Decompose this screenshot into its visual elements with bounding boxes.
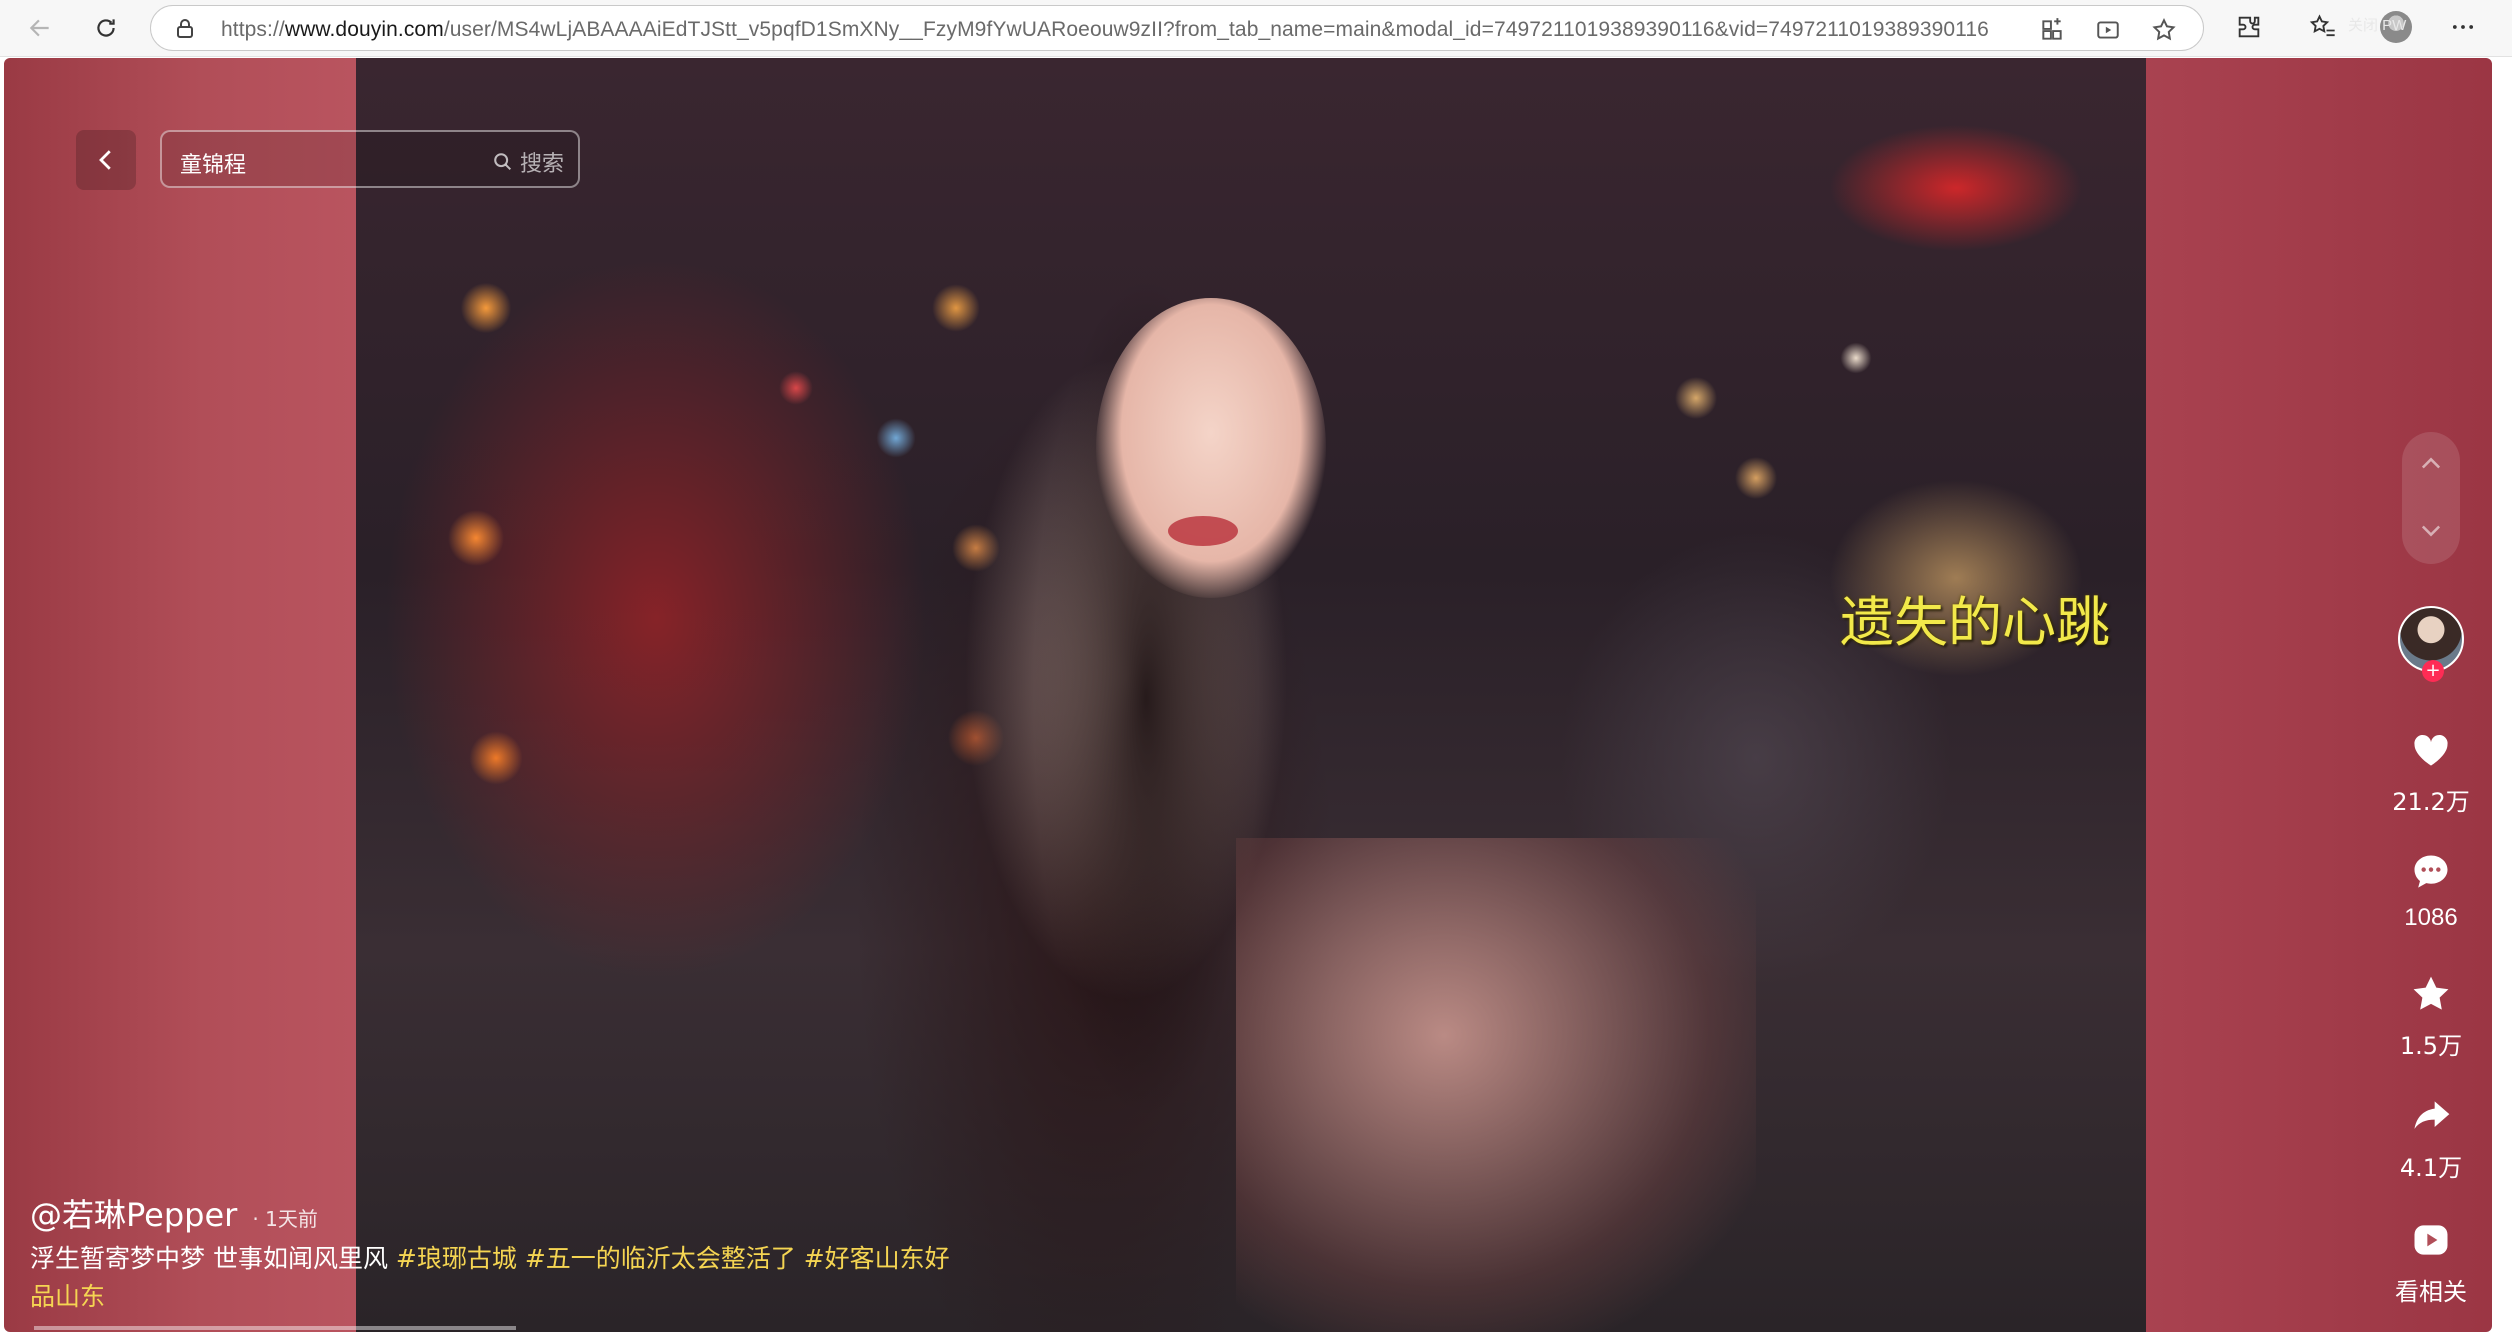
author-name[interactable]: @若琳Pepper — [30, 1196, 237, 1234]
like-button[interactable]: 21.2万 — [2382, 728, 2480, 817]
more-icon[interactable] — [2448, 12, 2478, 42]
extensions-icon[interactable] — [2234, 12, 2264, 42]
search-button-label: 搜索 — [519, 152, 564, 177]
comment-button[interactable]: 1086 — [2382, 850, 2480, 932]
share-count: 4.1万 — [2399, 1154, 2463, 1182]
like-count: 21.2万 — [2392, 788, 2470, 816]
chevron-up-icon[interactable] — [2417, 450, 2445, 478]
url-text: https://www.douyin.com/user/MS4wLjABAAAA… — [221, 18, 1989, 41]
play-icon — [2414, 1225, 2448, 1255]
video-scene-lips — [1168, 516, 1238, 546]
favorite-button[interactable]: 1.5万 — [2382, 972, 2480, 1061]
video-switcher — [2402, 432, 2460, 564]
video-caption: 遗失的心跳 — [1840, 591, 2110, 654]
post-description: 浮生暂寄梦中梦 世事如闻风里风 #琅琊古城 #五一的临沂太会整活了 #好客山东好… — [30, 1240, 950, 1316]
back-arrow-icon[interactable] — [20, 8, 60, 48]
hashtag[interactable]: #琅琊古城 — [396, 1244, 517, 1273]
lock-icon[interactable] — [173, 17, 197, 41]
share-button[interactable]: 4.1万 — [2382, 1094, 2480, 1183]
reload-icon[interactable] — [86, 8, 126, 48]
favorite-count: 1.5万 — [2399, 1032, 2463, 1060]
heart-icon — [2414, 734, 2448, 766]
address-bar[interactable]: https://www.douyin.com/user/MS4wLjABAAAA… — [150, 5, 2204, 51]
back-button[interactable] — [76, 130, 136, 190]
video-scene-face — [1096, 298, 1326, 598]
search-query: 童锦程 — [180, 153, 247, 178]
post-text: 浮生暂寄梦中梦 世事如闻风里风 — [30, 1244, 396, 1273]
video-player-page: 遗失的心跳 童锦程 搜索 + 21.2万 1086 1.5万 4.1万 看相关 — [4, 58, 2492, 1332]
media-icon[interactable] — [2095, 17, 2121, 43]
search-input[interactable]: 童锦程 搜索 — [160, 130, 580, 188]
profile-label: 关闭 PW — [2348, 17, 2407, 34]
search-button[interactable]: 搜索 — [492, 146, 564, 178]
related-button[interactable]: 看相关 — [2382, 1218, 2480, 1307]
post-time: · 1天前 — [252, 1207, 318, 1231]
chevron-left-icon — [99, 150, 111, 170]
star-icon[interactable] — [2151, 17, 2177, 43]
comment-count: 1086 — [2404, 904, 2458, 931]
hashtag[interactable]: #五一的临沂太会整活了 — [525, 1244, 796, 1273]
chevron-down-icon[interactable] — [2417, 516, 2445, 544]
video-scene-robe — [1236, 838, 1756, 1332]
apps-icon[interactable] — [2039, 17, 2065, 43]
video-progress-bar[interactable] — [34, 1326, 516, 1330]
author-line: @若琳Pepper · 1天前 — [30, 1190, 318, 1236]
favorites-icon[interactable] — [2308, 12, 2338, 42]
share-icon — [2414, 1101, 2450, 1129]
follow-button[interactable]: + — [2422, 660, 2444, 682]
search-icon — [494, 153, 512, 171]
related-label: 看相关 — [2395, 1278, 2467, 1306]
star-icon — [2413, 976, 2449, 1010]
comment-icon — [2414, 855, 2448, 888]
browser-toolbar: https://www.douyin.com/user/MS4wLjABAAAA… — [0, 0, 2512, 57]
video-frame[interactable]: 遗失的心跳 — [356, 58, 2146, 1332]
